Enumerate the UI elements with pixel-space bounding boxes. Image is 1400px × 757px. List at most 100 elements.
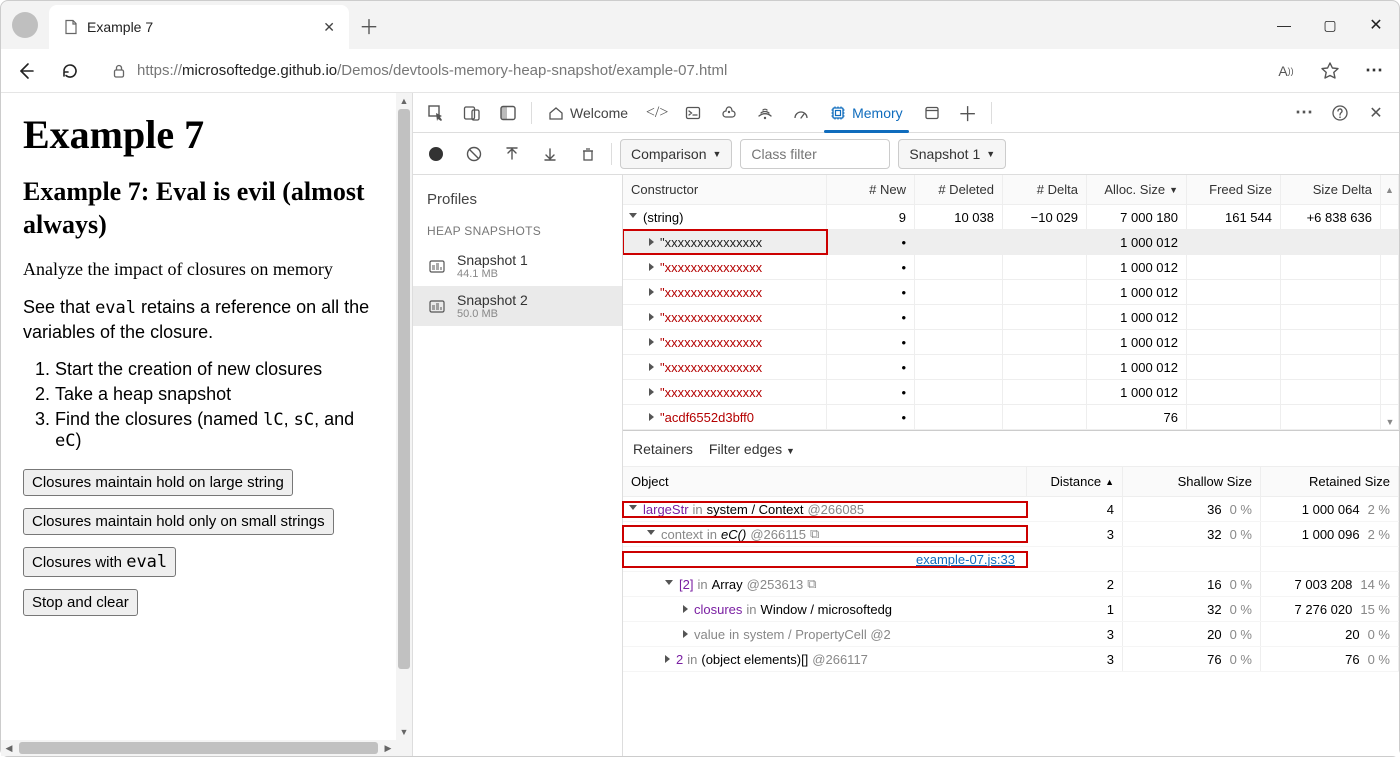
col-retained[interactable]: Retained Size — [1261, 467, 1399, 496]
add-tab-icon[interactable]: ＋ — [951, 96, 985, 130]
minimize-button[interactable]: — — [1261, 1, 1307, 49]
close-window-button[interactable]: ✕ — [1353, 1, 1399, 49]
memory-icon — [830, 105, 846, 121]
page-steps: Start the creation of new closures Take … — [55, 359, 374, 451]
memory-toolbar: Comparison▼ Snapshot 1▼ — [413, 133, 1399, 175]
snapshot-icon — [427, 256, 447, 276]
url-text: https://microsoftedge.github.io/Demos/de… — [137, 62, 727, 79]
maximize-button[interactable]: ▢ — [1307, 1, 1353, 49]
sources-icon[interactable] — [712, 96, 746, 130]
grid-row[interactable]: "xxxxxxxxxxxxxxx•1 000 012 — [623, 355, 1399, 380]
console-icon[interactable] — [676, 96, 710, 130]
tab-memory[interactable]: Memory — [820, 94, 913, 132]
lock-icon — [111, 63, 127, 79]
devtools-more-icon[interactable]: ⋯ — [1287, 96, 1321, 130]
retainers-bar: Retainers Filter edges ▼ — [623, 431, 1399, 467]
network-icon[interactable] — [748, 96, 782, 130]
record-button[interactable] — [421, 139, 451, 169]
back-button[interactable] — [11, 56, 41, 86]
grid-row[interactable]: "xxxxxxxxxxxxxxx•1 000 012 — [623, 305, 1399, 330]
grid-row[interactable]: "xxxxxxxxxxxxxxx•1 000 012 — [623, 280, 1399, 305]
save-down-icon[interactable] — [535, 139, 565, 169]
help-icon[interactable] — [1323, 96, 1357, 130]
col-alloc-size[interactable]: Alloc. Size — [1087, 175, 1187, 204]
elements-icon[interactable]: </> — [640, 96, 674, 130]
profiles-header: Profiles — [413, 185, 622, 220]
titlebar: Example 7 ✕ ＋ — ▢ ✕ — [1, 1, 1399, 49]
btn-small-strings[interactable]: Closures maintain hold only on small str… — [23, 508, 334, 535]
grid-row[interactable]: "xxxxxxxxxxxxxxx•1 000 012 — [623, 380, 1399, 405]
col-object[interactable]: Object — [623, 467, 1027, 496]
col-delta[interactable]: # Delta — [1003, 175, 1087, 204]
profiles-subheader: HEAP SNAPSHOTS — [413, 220, 622, 246]
dock-icon[interactable] — [491, 96, 525, 130]
grid-row[interactable]: "acdf6552d3bff0•76 — [623, 405, 1399, 430]
page-h2: Example 7: Eval is evil (almost always) — [23, 176, 374, 241]
col-shallow[interactable]: Shallow Size — [1123, 467, 1261, 496]
grid-scroll-down[interactable]: ▼ — [1381, 414, 1399, 430]
grid-row[interactable]: (string)910 038−10 0297 000 180161 544+6… — [623, 205, 1399, 230]
url-field[interactable]: https://microsoftedge.github.io/Demos/de… — [99, 54, 1257, 88]
refresh-button[interactable] — [55, 56, 85, 86]
application-icon[interactable] — [915, 96, 949, 130]
read-aloud-icon[interactable]: A)) — [1271, 56, 1301, 86]
view-select[interactable]: Comparison▼ — [620, 139, 732, 169]
btn-stop-clear[interactable]: Stop and clear — [23, 589, 138, 616]
col-new[interactable]: # New — [827, 175, 915, 204]
page-p1: Analyze the impact of closures on memory — [23, 257, 374, 281]
retainer-row[interactable]: closures in Window / microsoftedg1320 %7… — [623, 597, 1399, 622]
col-constructor[interactable]: Constructor — [623, 175, 827, 204]
page-h1: Example 7 — [23, 111, 374, 158]
favorite-button[interactable] — [1315, 56, 1345, 86]
home-icon — [548, 105, 564, 121]
col-freed-size[interactable]: Freed Size — [1187, 175, 1281, 204]
snapshot-item-2[interactable]: Snapshot 250.0 MB — [413, 286, 622, 326]
grid-row[interactable]: "xxxxxxxxxxxxxxx•1 000 012 — [623, 330, 1399, 355]
vertical-scrollbar[interactable]: ▲ ▼ — [396, 93, 412, 756]
retainer-row[interactable]: largeStr in system / Context @2660854360… — [623, 497, 1399, 522]
tab-close-icon[interactable]: ✕ — [323, 19, 335, 36]
retainer-row[interactable]: value in system / PropertyCell @23200 %2… — [623, 622, 1399, 647]
devtools-tabbar: Welcome </> Memory ＋ ⋯ ✕ — [413, 93, 1399, 133]
grid-header: Constructor # New # Deleted # Delta Allo… — [623, 175, 1399, 205]
grid-row[interactable]: "xxxxxxxxxxxxxxx•1 000 012 — [623, 230, 1399, 255]
retainer-row[interactable]: context in eC() @266115 ⧉3320 %1 000 096… — [623, 522, 1399, 547]
tab-title: Example 7 — [87, 19, 315, 35]
col-distance[interactable]: Distance — [1027, 467, 1123, 496]
source-link[interactable]: example-07.js:33 — [916, 552, 1015, 567]
page-icon — [63, 19, 79, 35]
address-bar: https://microsoftedge.github.io/Demos/de… — [1, 49, 1399, 93]
grid-row[interactable]: "xxxxxxxxxxxxxxx•1 000 012 — [623, 255, 1399, 280]
profile-avatar[interactable] — [1, 1, 49, 49]
performance-icon[interactable] — [784, 96, 818, 130]
retainer-row[interactable]: [2] in Array @253613 ⧉2160 %7 003 20814 … — [623, 572, 1399, 597]
retainer-row[interactable]: example-07.js:33 — [623, 547, 1399, 572]
tab-welcome[interactable]: Welcome — [538, 94, 638, 132]
snapshot-icon — [427, 296, 447, 316]
more-button[interactable]: ⋯ — [1359, 56, 1389, 86]
device-toggle-icon[interactable] — [455, 96, 489, 130]
retainer-row[interactable]: 2 in (object elements)[] @2661173760 %76… — [623, 647, 1399, 672]
col-deleted[interactable]: # Deleted — [915, 175, 1003, 204]
filter-edges[interactable]: Filter edges ▼ — [709, 441, 795, 457]
clear-button[interactable] — [459, 139, 489, 169]
new-tab-button[interactable]: ＋ — [349, 1, 389, 49]
page-pane: Example 7 Example 7: Eval is evil (almos… — [1, 93, 413, 756]
devtools-panel: Welcome </> Memory ＋ ⋯ ✕ — [413, 93, 1399, 756]
class-filter-input[interactable] — [740, 139, 890, 169]
retainers-tab[interactable]: Retainers — [633, 441, 693, 457]
load-up-icon[interactable] — [497, 139, 527, 169]
close-devtools-icon[interactable]: ✕ — [1359, 96, 1393, 130]
horizontal-scrollbar[interactable]: ◀ ▶ — [1, 740, 396, 756]
btn-eval[interactable]: Closures with eval — [23, 547, 176, 577]
col-size-delta[interactable]: Size Delta — [1281, 175, 1381, 204]
comparison-grid: Constructor # New # Deleted # Delta Allo… — [623, 175, 1399, 756]
btn-large-string[interactable]: Closures maintain hold on large string — [23, 469, 293, 496]
page-p2: See that eval retains a reference on all… — [23, 295, 374, 344]
inspect-element-icon[interactable] — [419, 96, 453, 130]
browser-tab[interactable]: Example 7 ✕ — [49, 5, 349, 49]
gc-icon[interactable] — [573, 139, 603, 169]
baseline-select[interactable]: Snapshot 1▼ — [898, 139, 1006, 169]
col-scroll-up[interactable]: ▲ — [1381, 175, 1399, 204]
snapshot-item-1[interactable]: Snapshot 144.1 MB — [413, 246, 622, 286]
